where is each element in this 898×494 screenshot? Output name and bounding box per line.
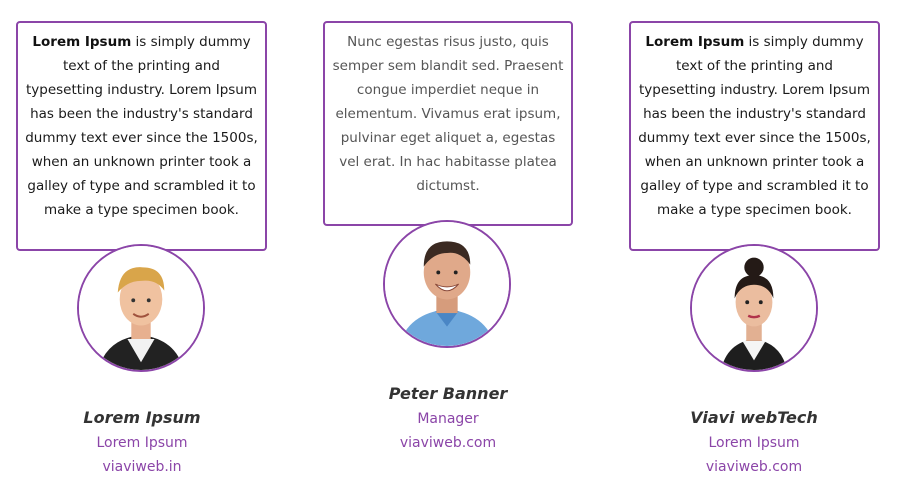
avatar-2 — [383, 220, 511, 348]
testimonial-role-1: Lorem Ipsum — [96, 435, 188, 451]
testimonial-role-3: Lorem Ipsum — [708, 435, 800, 451]
avatar-3 — [690, 244, 818, 372]
testimonial-card-2: Nunc egestas risus justo, quis semper se… — [323, 21, 573, 226]
smiling-man-photo-icon — [385, 222, 509, 346]
testimonial-quote-2: Nunc egestas risus justo, quis semper se… — [332, 34, 564, 194]
testimonial-name-2: Peter Banner — [388, 384, 508, 403]
testimonial-quote-3: Lorem Ipsum is simply dummy text of the … — [638, 34, 871, 218]
testimonial-card-1: Lorem Ipsum is simply dummy text of the … — [16, 21, 267, 251]
young-man-photo-icon — [79, 246, 203, 370]
testimonial-card-3: Lorem Ipsum is simply dummy text of the … — [629, 21, 880, 251]
quote-author-bold: Lorem Ipsum — [32, 34, 132, 50]
testimonial-site-2[interactable]: viaviweb.com — [323, 435, 573, 451]
testimonial-name-1: Lorem Ipsum — [83, 408, 201, 427]
avatar-1 — [77, 244, 205, 372]
woman-photo-icon — [692, 246, 816, 370]
testimonial-quote-1: Lorem Ipsum is simply dummy text of the … — [25, 34, 258, 218]
testimonial-role-2: Manager — [417, 411, 479, 427]
testimonial-site-1[interactable]: viaviweb.in — [17, 459, 267, 475]
testimonial-name-3: Viavi webTech — [690, 408, 818, 427]
quote-author-bold: Lorem Ipsum — [645, 34, 745, 50]
testimonial-site-3[interactable]: viaviweb.com — [629, 459, 879, 475]
